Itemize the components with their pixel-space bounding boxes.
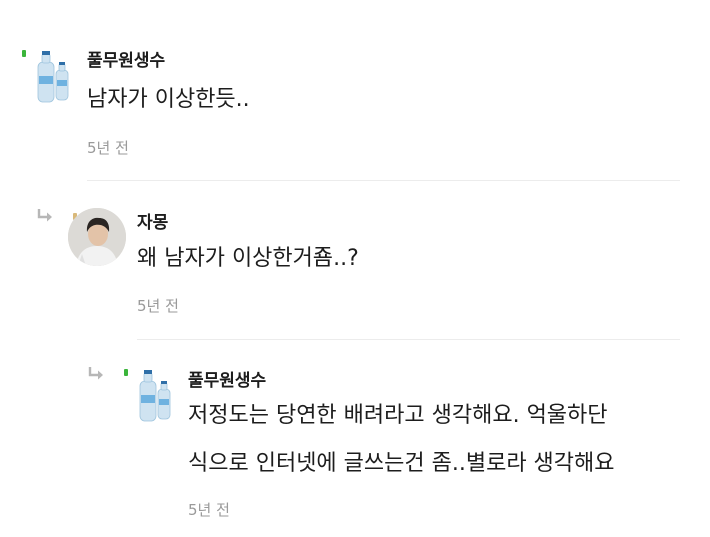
comment-text: 남자가 이상한듯.. (87, 87, 250, 112)
comment-author[interactable]: 자몽 (137, 208, 168, 233)
comment-text-line-2: 식으로 인터넷에 글쓰는건 좀..별로라 생각해요 (188, 451, 615, 476)
avatar[interactable] (68, 208, 126, 266)
comment-author[interactable]: 풀무원생수 (188, 366, 266, 391)
comment-time: 5년 전 (87, 139, 129, 157)
comment-text: 왜 남자가 이상한거죰..? (137, 246, 359, 271)
comment-author[interactable]: 풀무원생수 (87, 46, 165, 71)
avatar[interactable] (26, 46, 84, 104)
comment-time: 5년 전 (188, 501, 230, 519)
avatar[interactable] (128, 365, 186, 423)
comment-1: 풀무원생수 남자가 이상한듯.. 5년 전 (0, 0, 710, 180)
reply-arrow-icon (37, 209, 52, 222)
comment-2-reply: 자몽 왜 남자가 이상한거죰..? 5년 전 (0, 180, 710, 340)
comment-text-line-1: 저정도는 당연한 배려라고 생각해요. 억울하단 (188, 403, 608, 428)
comment-3-reply: 풀무원생수 저정도는 당연한 배려라고 생각해요. 억울하단 식으로 인터넷에 … (0, 340, 710, 537)
comment-time: 5년 전 (137, 297, 179, 315)
reply-arrow-icon (88, 367, 103, 380)
